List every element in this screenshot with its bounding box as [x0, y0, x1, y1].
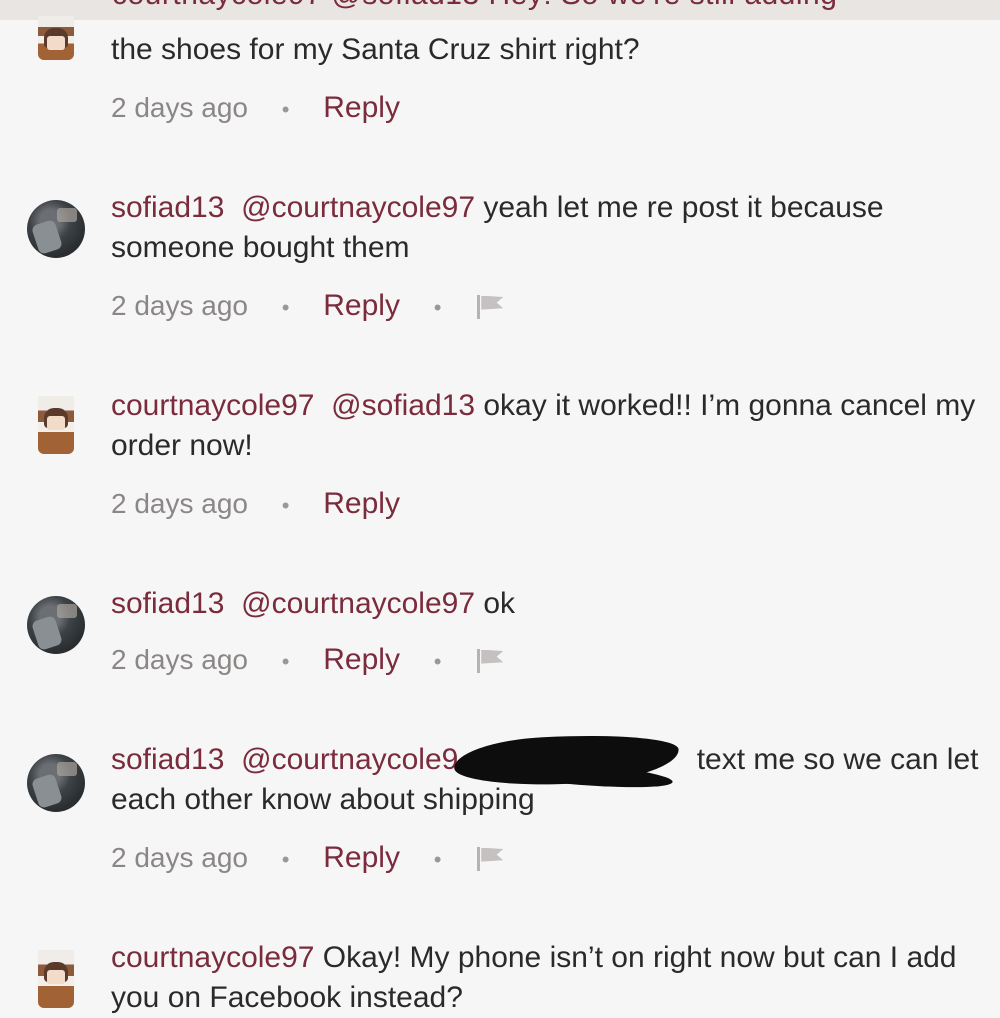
flag-icon[interactable] — [475, 646, 505, 674]
username-link[interactable]: sofiad13 — [111, 587, 224, 620]
comment-meta: 2 days ago • Reply • — [111, 286, 505, 326]
timestamp: 2 days ago — [111, 488, 248, 519]
comment-text: sofiad13 @courtnaycole9 text me so we ca… — [111, 740, 981, 820]
flag-icon[interactable] — [475, 844, 505, 872]
avatar[interactable] — [27, 754, 85, 812]
comment-text: courtnaycole97 @sofiad13 okay it worked!… — [111, 386, 981, 466]
flag-icon[interactable] — [475, 292, 505, 320]
separator-dot: • — [433, 847, 442, 872]
comment-meta: 2 days ago • Reply • — [111, 838, 505, 878]
timestamp: 2 days ago — [111, 290, 248, 321]
avatar[interactable] — [38, 16, 74, 60]
mention-link[interactable]: @sofiad13 — [331, 389, 475, 422]
comment-meta: 2 days ago • Reply — [111, 484, 400, 524]
separator-dot: • — [281, 493, 290, 518]
separator-dot: • — [433, 295, 442, 320]
comment-body: ok — [475, 587, 516, 620]
comment-meta: 2 days ago • Reply — [111, 88, 400, 128]
mention-link[interactable]: @courtnaycole9 — [241, 743, 458, 776]
avatar[interactable] — [38, 950, 74, 1008]
comment-text: sofiad13 @courtnaycole97 yeah let me re … — [111, 188, 981, 268]
separator-dot: • — [281, 295, 290, 320]
mention-link[interactable]: @courtnaycole97 — [241, 191, 475, 224]
redaction-scribble — [458, 746, 688, 776]
separator-dot: • — [281, 847, 290, 872]
username-link[interactable]: sofiad13 — [111, 743, 224, 776]
reply-button[interactable]: Reply — [323, 487, 400, 520]
timestamp: 2 days ago — [111, 842, 248, 873]
comment-text: the shoes for my Santa Cruz shirt right? — [111, 33, 640, 66]
separator-dot: • — [281, 97, 290, 122]
reply-button[interactable]: Reply — [323, 91, 400, 124]
reply-button[interactable]: Reply — [323, 289, 400, 322]
separator-dot: • — [433, 649, 442, 674]
username-link[interactable]: courtnaycole97 — [111, 389, 314, 422]
comment-text: sofiad13 @courtnaycole97 ok — [111, 584, 981, 624]
username-link[interactable]: courtnaycole97 — [111, 941, 314, 974]
username-link[interactable]: sofiad13 — [111, 191, 224, 224]
avatar[interactable] — [27, 200, 85, 258]
comment-text: courtnaycole97 Okay! My phone isn’t on r… — [111, 938, 981, 1018]
timestamp: 2 days ago — [111, 644, 248, 675]
avatar[interactable] — [27, 596, 85, 654]
comment-meta: 2 days ago • Reply • — [111, 640, 505, 680]
comment-body: yeah let me re post it because someone b… — [111, 191, 884, 264]
timestamp: 2 days ago — [111, 92, 248, 123]
reply-button[interactable]: Reply — [323, 841, 400, 874]
comment-feed[interactable]: the shoes for my Santa Cruz shirt right?… — [0, 0, 1000, 1014]
mention-link[interactable]: @courtnaycole97 — [241, 587, 475, 620]
avatar[interactable] — [38, 396, 74, 454]
reply-button[interactable]: Reply — [323, 643, 400, 676]
separator-dot: • — [281, 649, 290, 674]
